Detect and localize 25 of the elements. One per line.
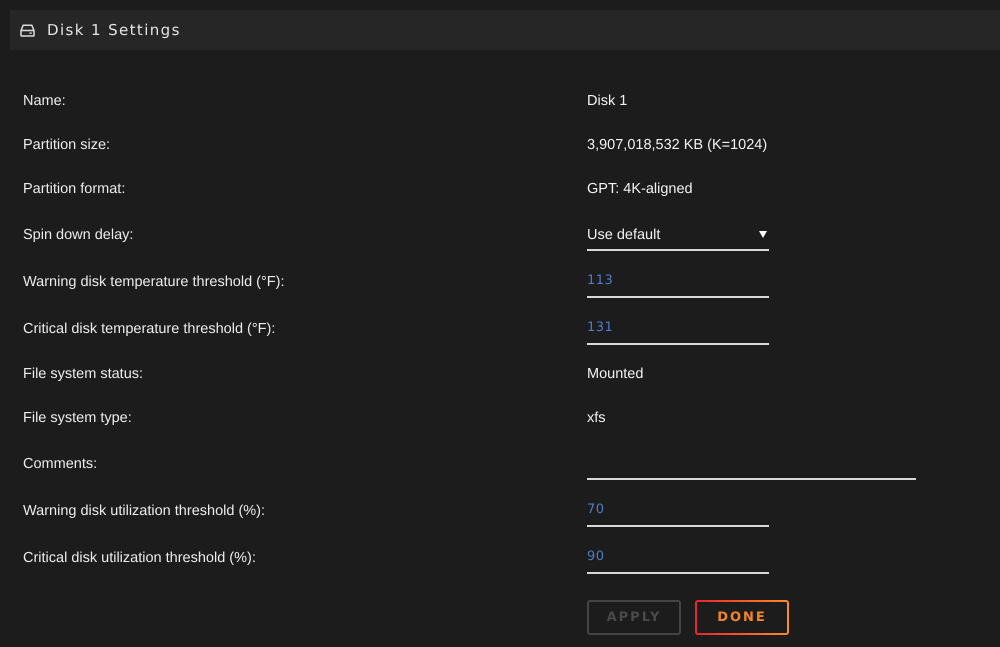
field-label: Name: <box>23 93 67 109</box>
field-label: Warning disk temperature threshold (°F): <box>23 274 286 290</box>
spin-down-select[interactable]: Use default <box>587 220 769 250</box>
settings-title: Disk 1 Settings <box>47 21 181 39</box>
field-label: File system status: <box>23 366 144 382</box>
field-label: Critical disk utilization threshold (%): <box>23 550 257 566</box>
caret-icon <box>759 231 767 238</box>
field-label: Critical disk temperature threshold (°F): <box>23 320 276 336</box>
field-label: Partition size: <box>23 137 112 153</box>
hard-drive-icon <box>20 24 35 36</box>
field-value: GPT: 4K-aligned <box>587 181 693 197</box>
input-field[interactable]: 113 <box>587 266 769 298</box>
field-label: Comments: <box>23 456 98 472</box>
input-field[interactable]: 90 <box>587 542 769 574</box>
input-field[interactable]: 70 <box>587 494 769 526</box>
field-label: Partition format: <box>23 181 126 197</box>
field-value: Mounted <box>587 366 644 382</box>
input-field[interactable]: 131 <box>587 312 769 344</box>
field-label: File system type: <box>23 410 133 426</box>
field-value: 3,907,018,532 KB (K=1024) <box>587 137 768 153</box>
done-button[interactable]: DONE <box>695 600 789 635</box>
field-label: Spin down delay: <box>23 226 134 242</box>
field-value: xfs <box>587 410 606 426</box>
field-value: Disk 1 <box>587 93 628 109</box>
field-label: Warning disk utilization threshold (%): <box>23 502 266 518</box>
